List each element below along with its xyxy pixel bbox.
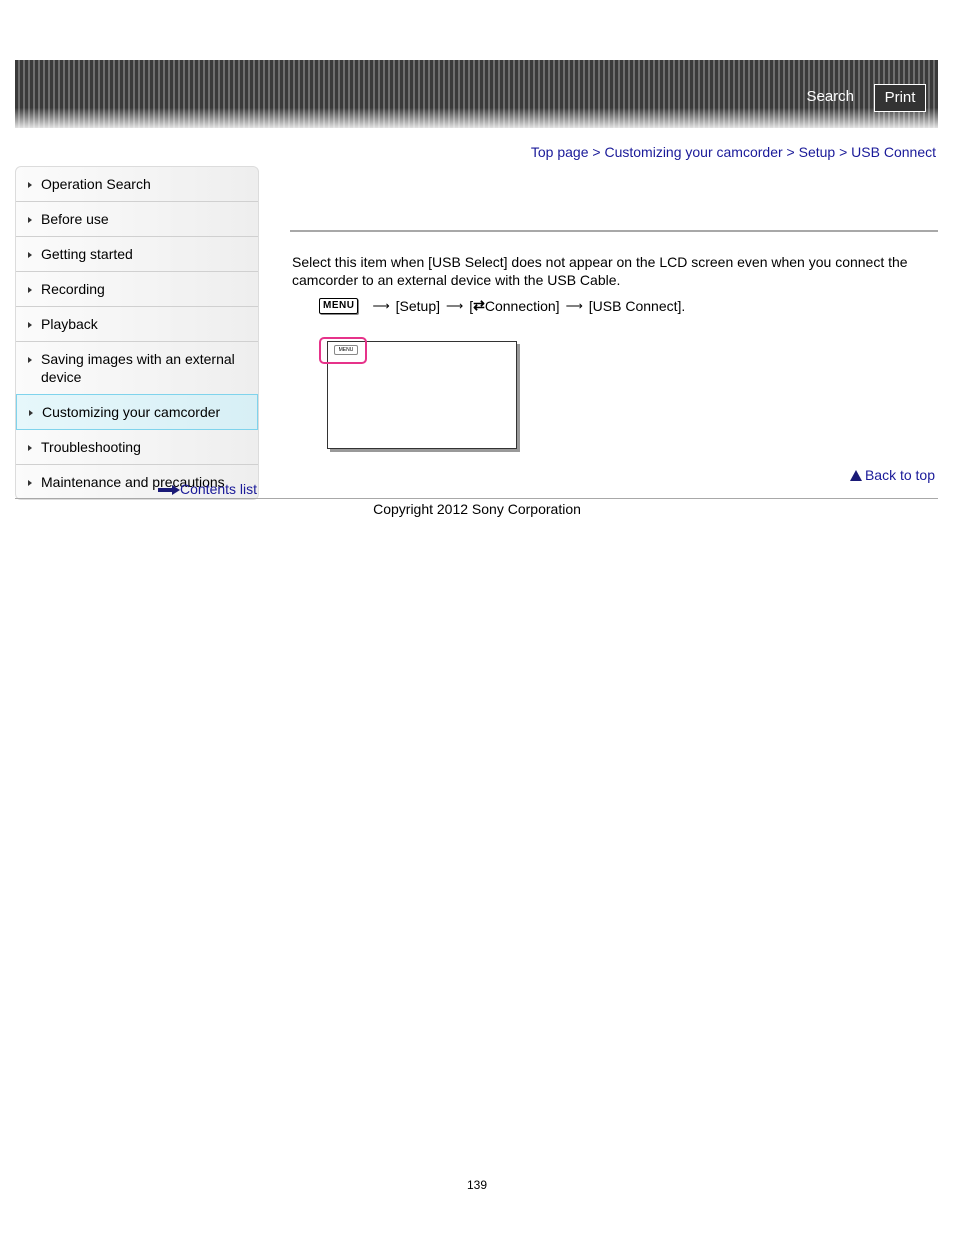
breadcrumb-customizing[interactable]: Customizing your camcorder — [604, 144, 782, 160]
title-divider — [290, 230, 938, 232]
contents-list-link[interactable]: Contents list — [158, 481, 257, 497]
menu-button-icon: MENU — [319, 297, 359, 314]
triangle-right-icon — [28, 182, 32, 188]
triangle-right-icon — [28, 480, 32, 486]
triangle-right-icon — [28, 252, 32, 258]
sidebar-item-customizing[interactable]: Customizing your camcorder — [16, 394, 258, 430]
sidebar-item-label: Customizing your camcorder — [42, 404, 221, 420]
step-connection: Connection] — [484, 297, 560, 314]
breadcrumb-top-page[interactable]: Top page — [531, 144, 589, 160]
step-usb-connect: [USB Connect]. — [588, 297, 686, 314]
footer-divider — [15, 498, 938, 499]
triangle-right-icon — [28, 445, 32, 451]
sidebar-item-saving-images[interactable]: Saving images with an external device — [16, 342, 258, 395]
sidebar-item-recording[interactable]: Recording — [16, 272, 258, 307]
connection-icon: ⇄ — [473, 297, 485, 313]
breadcrumb-separator: > — [839, 144, 852, 160]
contents-list-label: Contents list — [180, 481, 258, 497]
menu-steps: MENU ⟶ [Setup] ⟶ [ ⇄ Connection] ⟶ [USB … — [319, 297, 685, 314]
breadcrumb-separator: > — [786, 144, 799, 160]
sidebar-item-operation-search[interactable]: Operation Search — [16, 167, 258, 202]
header-bar: Search Print — [15, 60, 938, 128]
sidebar-item-label: Before use — [41, 211, 109, 227]
sidebar-item-label: Playback — [41, 316, 98, 332]
arrow-right-icon — [158, 485, 180, 496]
copyright-text: Copyright 2012 Sony Corporation — [373, 501, 581, 517]
triangle-right-icon — [29, 410, 33, 416]
back-to-top-label: Back to top — [864, 467, 935, 483]
triangle-right-icon — [28, 357, 32, 363]
step-setup: [Setup] — [395, 297, 441, 314]
triangle-up-icon — [849, 470, 862, 481]
triangle-right-icon — [28, 287, 32, 293]
sidebar-item-troubleshooting[interactable]: Troubleshooting — [16, 430, 258, 465]
menu-highlight-frame — [319, 337, 367, 364]
triangle-right-icon — [28, 217, 32, 223]
search-link[interactable]: Search — [806, 88, 854, 105]
triangle-right-icon — [28, 322, 32, 328]
sidebar-item-label: Troubleshooting — [41, 439, 141, 455]
breadcrumb-usb-connect[interactable]: USB Connect — [851, 144, 936, 160]
back-to-top-link[interactable]: Back to top — [849, 467, 935, 483]
sidebar-item-getting-started[interactable]: Getting started — [16, 237, 258, 272]
print-button[interactable]: Print — [874, 84, 926, 112]
breadcrumb-separator: > — [592, 144, 605, 160]
sidebar-nav: Operation Search Before use Getting star… — [15, 166, 259, 500]
description-text: Select this item when [USB Select] does … — [292, 254, 908, 288]
sidebar-item-playback[interactable]: Playback — [16, 307, 258, 342]
breadcrumb: Top page > Customizing your camcorder > … — [531, 144, 936, 160]
sidebar-item-before-use[interactable]: Before use — [16, 202, 258, 237]
sidebar-item-label: Recording — [41, 281, 105, 297]
page-number: 139 — [466, 1178, 488, 1192]
arrow-icon: ⟶ — [565, 298, 583, 313]
sidebar-item-label: Operation Search — [41, 176, 151, 192]
sidebar-item-label: Saving images with an external device — [41, 351, 235, 385]
arrow-icon: ⟶ — [446, 298, 464, 313]
sidebar-item-label: Getting started — [41, 246, 133, 262]
breadcrumb-setup[interactable]: Setup — [799, 144, 836, 160]
arrow-icon: ⟶ — [372, 298, 390, 313]
